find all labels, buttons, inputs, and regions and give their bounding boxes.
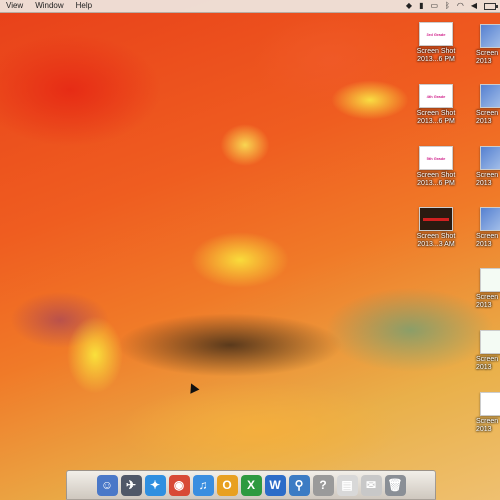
file-thumbnail	[480, 207, 500, 231]
file-thumbnail	[480, 84, 500, 108]
file-label: Screen Shot 2013...6 PM	[416, 110, 456, 125]
file-label: Screen Shot 2013...6 PM	[416, 48, 456, 63]
desktop-file-screenshot[interactable]: 4th Grade Screen Shot 2013...6 PM	[410, 84, 462, 126]
mail-icon[interactable]: ✉	[360, 474, 382, 496]
bluetooth-icon[interactable]: ᛒ	[445, 0, 450, 12]
help-icon[interactable]: ?	[312, 474, 334, 496]
volume-icon[interactable]: ◀	[471, 0, 477, 12]
chrome-icon[interactable]: ◉	[168, 474, 190, 496]
wifi-icon[interactable]: ◠	[457, 0, 464, 12]
desktop-file-screenshot[interactable]: Screen 2013	[464, 330, 500, 372]
preview-icon[interactable]: ⚲	[288, 474, 310, 496]
trash-icon[interactable]: 🗑	[384, 474, 406, 496]
thumbnail-text: 3rd Grade	[426, 31, 446, 37]
file-label: Screen 2013	[476, 110, 499, 125]
mouse-cursor	[186, 381, 200, 394]
dock: ☺ ✈ ✦ ◉ ♫ O X W ⚲? ▤ ✉ 🗑	[66, 470, 436, 500]
file-thumbnail	[480, 24, 500, 48]
desktop-file-screenshot[interactable]: Screen 2013	[464, 24, 500, 66]
outlook-icon[interactable]: O	[216, 474, 238, 496]
desktop-file-screenshot[interactable]: 3rd Grade Screen Shot 2013...6 PM	[410, 22, 462, 64]
file-thumbnail	[480, 392, 500, 416]
file-label: Screen 2013	[476, 233, 499, 248]
file-thumbnail	[480, 330, 500, 354]
desktop-file-screenshot[interactable]: Screen 2013	[464, 392, 500, 434]
desktop-file-screenshot[interactable]: Screen 2013	[464, 84, 500, 126]
desktop-file-screenshot[interactable]: 5th Grade Screen Shot 2013...6 PM	[410, 146, 462, 188]
thumbnail-text: 5th Grade	[426, 155, 446, 161]
menu-window[interactable]: Window	[29, 0, 69, 12]
file-thumbnail: 4th Grade	[419, 84, 453, 108]
file-thumbnail: 3rd Grade	[419, 22, 453, 46]
status-area: ◆ ▮ ▭ ᛒ ◠ ◀	[406, 0, 498, 12]
desktop-file-screenshot[interactable]: Screen 2013	[464, 268, 500, 310]
desktop-file-screenshot[interactable]: Screen 2013	[464, 207, 500, 249]
menu-view[interactable]: View	[0, 0, 29, 12]
word-icon[interactable]: W	[264, 474, 286, 496]
file-label: Screen 2013	[476, 294, 499, 309]
excel-icon[interactable]: X	[240, 474, 262, 496]
document-icon[interactable]: ▮	[419, 0, 423, 12]
airplay-icon[interactable]: ▭	[430, 0, 438, 12]
safari-icon[interactable]: ✦	[144, 474, 166, 496]
desktop-file-screenshot[interactable]: Screen Shot 2013...3 AM	[410, 207, 462, 249]
battery-icon[interactable]	[484, 2, 498, 10]
file-label: Screen 2013	[476, 418, 499, 433]
file-label: Screen 2013	[476, 50, 499, 65]
file-label: Screen Shot 2013...3 AM	[416, 233, 456, 248]
desktop-file-screenshot[interactable]: Screen 2013	[464, 146, 500, 188]
file-thumbnail	[419, 207, 453, 231]
document-icon[interactable]: ▤	[336, 474, 358, 496]
thumbnail-text: 4th Grade	[426, 93, 446, 99]
itunes-icon[interactable]: ♫	[192, 474, 214, 496]
launchpad-icon[interactable]: ✈	[120, 474, 142, 496]
file-thumbnail: 5th Grade	[419, 146, 453, 170]
file-label: Screen 2013	[476, 356, 499, 371]
finder-icon[interactable]: ☺	[96, 474, 118, 496]
file-label: Screen 2013	[476, 172, 499, 187]
file-thumbnail	[480, 146, 500, 170]
file-label: Screen Shot 2013...6 PM	[416, 172, 456, 187]
menu-help[interactable]: Help	[70, 0, 98, 12]
file-thumbnail	[480, 268, 500, 292]
dropbox-icon[interactable]: ◆	[406, 0, 412, 12]
desktop-wallpaper: View Window Help ◆ ▮ ▭ ᛒ ◠ ◀ 3rd Grade S…	[0, 0, 500, 500]
menu-bar: View Window Help ◆ ▮ ▭ ᛒ ◠ ◀	[0, 0, 500, 13]
